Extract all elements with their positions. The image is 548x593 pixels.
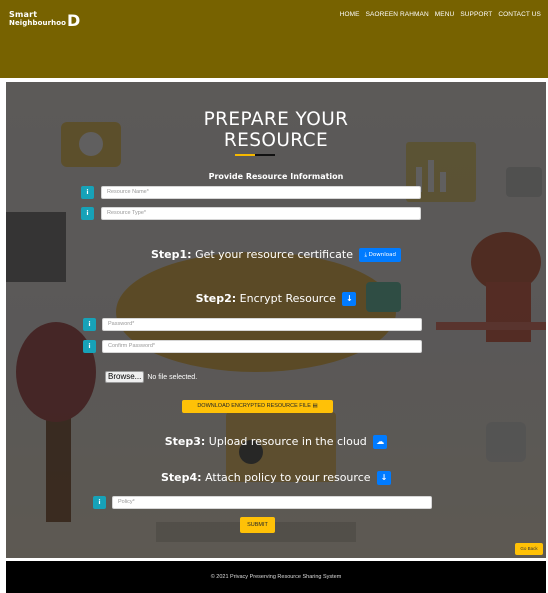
nav-home[interactable]: HOME: [340, 11, 360, 18]
nav-support[interactable]: SUPPORT: [460, 11, 492, 18]
step2-text: Encrypt Resource: [239, 292, 336, 305]
download-encrypted-label: DOWNLOAD ENCRYPTED RESOURCE FILE: [197, 403, 311, 409]
nav-contact-us[interactable]: CONTACT US: [498, 11, 541, 18]
page-title-line1: PREPARE YOUR: [203, 109, 349, 130]
header-bar: Smart Neighbourhoo D HOME SAOREEN RAHMAN…: [0, 0, 548, 78]
browse-button[interactable]: Browse...: [105, 371, 145, 383]
password-input[interactable]: Password*: [102, 318, 422, 331]
download-encrypted-file-button[interactable]: DOWNLOAD ENCRYPTED RESOURCE FILE ▤: [182, 400, 333, 413]
step4-label: Step4:: [160, 471, 202, 484]
form-subtitle: Provide Resource Information: [208, 172, 344, 181]
arrow-down-icon[interactable]: ↓: [377, 471, 392, 485]
step3-row: Step3: Upload resource in the cloud ☁: [6, 434, 546, 450]
logo-line2: Neighbourhoo: [9, 19, 67, 27]
step1-label: Step1:: [150, 248, 192, 261]
info-icon[interactable]: i: [83, 318, 96, 331]
step1-row: Step1: Get your resource certificate ⤓ D…: [6, 247, 546, 263]
step4-text: Attach policy to your resource: [205, 471, 371, 484]
info-icon[interactable]: i: [81, 186, 94, 199]
main-nav: HOME SAOREEN RAHMAN MENU SUPPORT CONTACT…: [340, 11, 541, 18]
confirm-password-input[interactable]: Confirm Password*: [102, 340, 422, 353]
download-file-icon: ▤: [312, 403, 318, 409]
step2-label: Step2:: [195, 292, 237, 305]
step3-text: Upload resource in the cloud: [208, 435, 367, 448]
step1-text: Get your resource certificate: [195, 248, 353, 261]
step4-row: Step4: Attach policy to your resource ↓: [6, 470, 546, 486]
download-certificate-button[interactable]: ⤓ Download: [359, 248, 402, 262]
info-icon[interactable]: i: [93, 496, 106, 509]
go-back-button[interactable]: Go Back: [515, 543, 543, 555]
footer: © 2021 Privacy Preserving Resource Shari…: [6, 561, 546, 593]
logo-line1: Smart: [9, 10, 38, 19]
download-icon: ⤓: [364, 252, 367, 258]
file-chooser: Browse... No file selected.: [105, 371, 197, 383]
arrow-down-icon[interactable]: ↓: [342, 292, 357, 306]
main-section: PREPARE YOUR RESOURCE Provide Resource I…: [6, 82, 546, 558]
step2-row: Step2: Encrypt Resource ↓: [6, 291, 546, 307]
footer-text: © 2021 Privacy Preserving Resource Shari…: [210, 574, 342, 580]
download-button-label: Download: [368, 252, 397, 258]
cloud-upload-icon[interactable]: ☁: [373, 435, 388, 449]
site-logo[interactable]: Smart Neighbourhoo D: [9, 10, 80, 29]
resource-name-input[interactable]: Resource Name*: [101, 186, 421, 199]
no-file-text: No file selected.: [147, 373, 198, 381]
title-underline: [235, 154, 275, 156]
resource-type-input[interactable]: Resource Type*: [101, 207, 421, 220]
info-icon[interactable]: i: [81, 207, 94, 220]
policy-input[interactable]: Policy*: [112, 496, 432, 509]
logo-letter: D: [67, 11, 81, 30]
submit-button[interactable]: SUBMIT: [240, 517, 275, 533]
nav-user[interactable]: SAOREEN RAHMAN: [366, 11, 429, 18]
step3-label: Step3:: [164, 435, 206, 448]
info-icon[interactable]: i: [83, 340, 96, 353]
page-title-line2: RESOURCE: [223, 130, 329, 151]
nav-menu[interactable]: MENU: [435, 11, 455, 18]
